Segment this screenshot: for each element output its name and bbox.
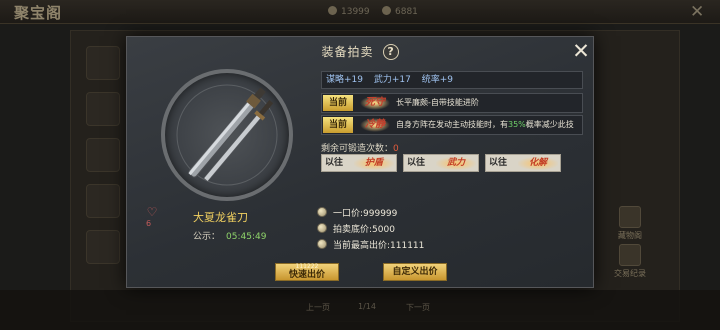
background-close-icon[interactable]: ✕ (690, 2, 704, 22)
timer-label: 公示： (193, 232, 221, 242)
coin-icon (317, 223, 327, 233)
past-skill-1[interactable]: 以往 护盾 (321, 154, 397, 172)
skill-badge[interactable]: 死守 (360, 96, 390, 110)
current-tag: 当前 (323, 95, 353, 111)
stat-command: 统率+9 (421, 75, 454, 85)
storage-icon (619, 206, 641, 228)
stat-force: 武力+17 (373, 75, 411, 85)
page-indicator: 1/14 (358, 302, 376, 311)
side-tab-1[interactable] (86, 46, 120, 80)
help-icon[interactable]: ? (382, 44, 399, 60)
current-tag: 当前 (323, 117, 353, 133)
background-title: 聚宝阁 (14, 4, 63, 22)
skill-description: 长平廉颇-自带技能进阶 (396, 98, 479, 107)
prev-page-button[interactable]: 上一页 (306, 302, 330, 313)
custom-bid-button[interactable]: 自定义出价 (383, 263, 447, 281)
auction-modal: 装备拍卖 ? ✕ ♡ 6 大夏龙雀刀 公示： 05:45:49 谋略+19 武力… (126, 36, 594, 288)
favorite-count: 6 (146, 219, 152, 228)
currency-2: 6881 (382, 6, 418, 17)
heart-icon[interactable]: ♡ (145, 205, 159, 219)
coin-icon (317, 207, 327, 217)
coin-icon (328, 6, 337, 15)
stat-strategy: 谋略+19 (326, 75, 363, 85)
past-skill-2[interactable]: 以往 武力 (403, 154, 479, 172)
reserve-price: 拍卖底价:5000 (317, 223, 395, 235)
quick-bid-button[interactable]: 111222 快速出价 (275, 263, 339, 281)
side-tab-3[interactable] (86, 138, 120, 172)
side-tab-5[interactable] (86, 230, 120, 264)
currency-1: 13999 (328, 6, 370, 17)
pagination-bar: 上一页 1/14 下一页 (0, 290, 720, 330)
skill-row-1: 当前 死守 长平廉颇-自带技能进阶 (321, 93, 583, 113)
buyout-price: 一口价:999999 (317, 207, 397, 219)
publicity-timer: 公示： 05:45:49 (193, 229, 266, 242)
timer-value: 05:45:49 (226, 232, 267, 242)
item-name: 大夏龙雀刀 (193, 211, 248, 224)
storage-button[interactable]: 藏物阁 (612, 206, 648, 241)
skill-row-2: 当前 冷静 自身方阵在发动主动技能时，有35%概率减少此技 (321, 115, 583, 135)
close-icon[interactable]: ✕ (571, 41, 591, 62)
trade-record-button[interactable]: 交易纪录 (612, 244, 648, 279)
gem-icon (382, 6, 391, 15)
skill-description: 自身方阵在发动主动技能时，有35%概率减少此技 (396, 120, 574, 129)
coin-icon (317, 239, 327, 249)
side-tab-4[interactable] (86, 184, 120, 218)
highest-bid: 当前最高出价:111111 (317, 239, 424, 251)
top-bar: 聚宝阁 13999 6881 ✕ (0, 0, 720, 24)
side-tab-2[interactable] (86, 92, 120, 126)
past-skill-3[interactable]: 以往 化解 (485, 154, 561, 172)
sword-icon (176, 84, 278, 186)
modal-header: 装备拍卖 ? (127, 37, 593, 65)
attribute-bar: 谋略+19 武力+17 统率+9 (321, 71, 583, 89)
next-page-button[interactable]: 下一页 (406, 302, 430, 313)
record-icon (619, 244, 641, 266)
weapon-portrait (161, 69, 293, 201)
forge-remaining: 剩余可锻造次数：0 (321, 144, 399, 154)
modal-title: 装备拍卖 (321, 45, 374, 59)
skill-badge[interactable]: 冷静 (360, 118, 390, 132)
